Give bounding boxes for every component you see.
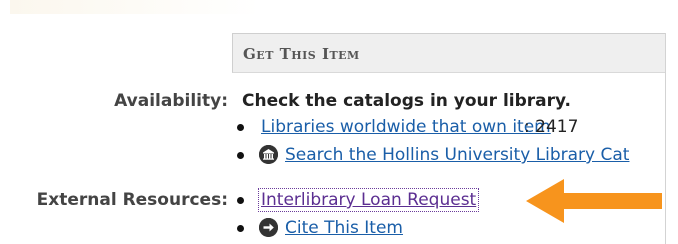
top-band xyxy=(0,0,678,32)
section-title: Get This Item xyxy=(243,45,360,63)
external-resources-label: External Resources: xyxy=(36,190,228,210)
library-icon xyxy=(259,145,278,164)
bullet xyxy=(237,197,244,204)
interlibrary-loan-focus-box: Interlibrary Loan Request xyxy=(258,188,480,212)
cite-icon xyxy=(259,218,278,237)
bullet xyxy=(237,225,244,232)
left-label-pane xyxy=(0,32,232,244)
availability-label: Availability: xyxy=(114,91,228,111)
cite-this-item-link[interactable]: Cite This Item xyxy=(285,216,403,240)
interlibrary-loan-link[interactable]: Interlibrary Loan Request xyxy=(261,190,476,210)
bullet xyxy=(237,152,244,159)
libraries-worldwide-link[interactable]: Libraries worldwide that own item xyxy=(261,115,551,139)
arrow-left-icon xyxy=(526,176,666,226)
libraries-count: : 2417 xyxy=(524,117,579,137)
right-edge-border xyxy=(665,33,678,244)
bullet xyxy=(237,124,244,131)
availability-text: Check the catalogs in your library. xyxy=(242,91,572,111)
get-this-item-header: Get This Item xyxy=(232,33,665,73)
hollins-catalog-link[interactable]: Search the Hollins University Library Ca… xyxy=(285,143,629,167)
faded-top-strip xyxy=(10,0,260,14)
